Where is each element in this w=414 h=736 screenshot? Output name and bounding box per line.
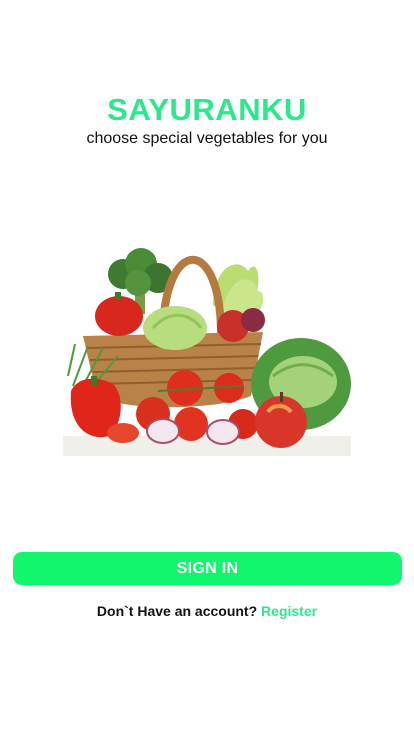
- sign-in-button[interactable]: SIGN IN: [13, 552, 402, 585]
- app-tagline: choose special vegetables for you: [86, 130, 328, 147]
- register-link[interactable]: Register: [261, 603, 317, 619]
- vegetable-basket-image: [63, 248, 351, 456]
- tomato-slice-icon: [107, 423, 139, 443]
- register-prompt-row: Don`t Have an account? Register: [0, 603, 414, 619]
- onion-half-icon-2: [206, 419, 240, 445]
- ground-shadow: [63, 436, 351, 456]
- login-screen: SAYURANKU choose special vegetables for …: [0, 0, 414, 736]
- account-prompt-text: Don`t Have an account?: [96, 603, 258, 619]
- onion-half-icon: [146, 418, 180, 444]
- onion-icon: [241, 308, 265, 332]
- cabbage-icon: [143, 306, 207, 350]
- app-title: SAYURANKU: [107, 92, 307, 127]
